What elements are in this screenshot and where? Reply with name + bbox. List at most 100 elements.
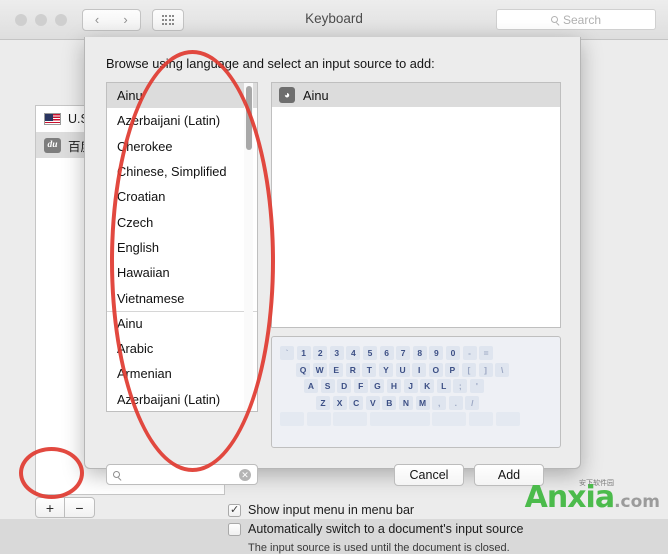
keyboard-key: E (329, 362, 344, 377)
keyboard-layout-preview: ` 1 2 3 4 5 6 7 8 9 0- = Q W E R T Y U I O P[] \ A S D F G H J K L; ' … (271, 336, 561, 448)
language-list-item[interactable]: Armenian (107, 361, 257, 386)
keyboard-row-modifiers (280, 412, 552, 427)
keyboard-key: Q (296, 362, 310, 377)
space-key (369, 412, 430, 427)
modifier-key (280, 412, 304, 427)
keyboard-key: ` (280, 346, 294, 360)
language-list-item[interactable]: Chinese, Simplified (107, 159, 257, 184)
keyboard-key: 4 (346, 346, 361, 360)
keyboard-key: , (432, 395, 447, 410)
language-list-item[interactable]: Arabic (107, 336, 257, 361)
window-titlebar: ‹ › Keyboard Search (0, 0, 668, 40)
keyboard-key: P (445, 362, 460, 377)
keyboard-key: 2 (313, 346, 328, 360)
keyboard-key: W (312, 362, 327, 377)
modifier-key (468, 412, 493, 427)
auto-switch-checkbox[interactable] (228, 522, 241, 536)
language-list-item[interactable]: Ainu (107, 83, 257, 109)
language-list-item[interactable]: Hawaiian (107, 260, 257, 285)
keyboard-key: X (332, 395, 347, 410)
list-controls: + − (35, 497, 95, 518)
keyboard-row-3: A S D F G H J K L; ' (280, 379, 552, 394)
cancel-button[interactable]: Cancel (394, 464, 464, 486)
language-list-item[interactable]: Croatian (107, 184, 257, 209)
keyboard-key: J (403, 379, 418, 394)
add-button[interactable]: Add (474, 464, 544, 486)
keyboard-row-2: Q W E R T Y U I O P[] \ (280, 362, 552, 377)
keyboard-row-1: ` 1 2 3 4 5 6 7 8 9 0- = (280, 346, 552, 360)
clear-icon[interactable]: ✕ (239, 468, 251, 481)
language-list-item[interactable]: Azerbaijani (Latin) (107, 108, 257, 133)
language-list-scrollbar[interactable] (244, 83, 253, 411)
keyboard-key: M (415, 395, 430, 410)
search-placeholder: Search (562, 12, 602, 27)
language-list[interactable]: Ainu Azerbaijani (Latin) Cherokee Chines… (106, 82, 258, 412)
keyboard-key: - (462, 346, 477, 360)
keyboard-key: L (436, 379, 451, 394)
show-input-menu-label: Show input menu in menu bar (248, 503, 415, 517)
input-source-panel[interactable]: ◕ Ainu (271, 82, 561, 328)
input-source-icon: ◕ (279, 87, 295, 103)
keyboard-key: F (353, 379, 368, 394)
keyboard-key: 5 (362, 346, 377, 360)
keyboard-key: ' (469, 379, 484, 394)
keyboard-key: K (420, 379, 435, 394)
add-input-source-sheet: Browse using language and select an inpu… (84, 37, 581, 486)
search-icon (113, 471, 120, 478)
keyboard-key: ] (478, 362, 493, 377)
keyboard-key: / (465, 395, 480, 410)
keyboard-key: I (412, 362, 427, 377)
show-input-menu-checkbox-row[interactable]: Show input menu in menu bar (228, 503, 414, 517)
keyboard-key: 3 (329, 346, 344, 360)
add-input-source-button[interactable]: + (35, 497, 65, 518)
keyboard-key: 0 (445, 346, 460, 360)
search-icon (550, 16, 558, 23)
language-list-item[interactable]: English (107, 235, 257, 260)
keyboard-preferences-window: ‹ › Keyboard Search U.S. du 百度 + − ✓ Sho… (0, 0, 668, 554)
modifier-key (306, 412, 331, 427)
keyboard-key: . (448, 395, 463, 410)
keyboard-key: H (386, 379, 401, 394)
search-input[interactable]: Search (496, 9, 656, 30)
keyboard-key: = (479, 346, 494, 360)
auto-switch-label: Automatically switch to a document's inp… (248, 522, 524, 536)
modifier-key (333, 412, 368, 427)
us-flag-icon (44, 113, 61, 125)
show-input-menu-checkbox[interactable] (228, 503, 241, 517)
keyboard-key: N (398, 395, 413, 410)
language-list-item[interactable]: Ainu (107, 310, 257, 336)
auto-switch-note: The input source is used until the docum… (248, 542, 510, 554)
remove-input-source-button[interactable]: − (65, 497, 95, 518)
keyboard-key: 6 (379, 346, 394, 360)
language-list-item[interactable]: Vietnamese (107, 285, 257, 310)
language-list-item[interactable]: Azerbaijani (Latin) (107, 387, 257, 411)
keyboard-row-4: Z X C V B N M,. / (280, 395, 552, 410)
keyboard-key: C (349, 395, 364, 410)
keyboard-key: A (304, 379, 318, 394)
keyboard-key: G (370, 379, 385, 394)
auto-switch-checkbox-row[interactable]: Automatically switch to a document's inp… (228, 522, 523, 536)
scrollbar-thumb[interactable] (245, 86, 252, 150)
language-list-item[interactable]: Cherokee (107, 134, 257, 159)
list-item[interactable]: ◕ Ainu (272, 83, 560, 107)
language-search-input[interactable]: ✕ (106, 464, 258, 485)
keyboard-key: U (395, 362, 410, 377)
input-source-label: Ainu (303, 87, 329, 103)
keyboard-key: Z (316, 395, 330, 410)
language-list-item[interactable]: Czech (107, 209, 257, 234)
modifier-key (495, 412, 520, 427)
keyboard-key: 8 (412, 346, 427, 360)
keyboard-key: D (337, 379, 352, 394)
keyboard-key: R (345, 362, 360, 377)
keyboard-key: O (428, 362, 443, 377)
sheet-title: Browse using language and select an inpu… (106, 56, 435, 71)
keyboard-key: T (362, 362, 377, 377)
modifier-key (432, 412, 467, 427)
keyboard-key: B (382, 395, 397, 410)
keyboard-key: 1 (296, 346, 311, 360)
keyboard-key: V (365, 395, 380, 410)
keyboard-key: [ (461, 362, 476, 377)
keyboard-key: S (320, 379, 335, 394)
keyboard-key: Y (378, 362, 393, 377)
baidu-du-icon: du (44, 137, 61, 153)
